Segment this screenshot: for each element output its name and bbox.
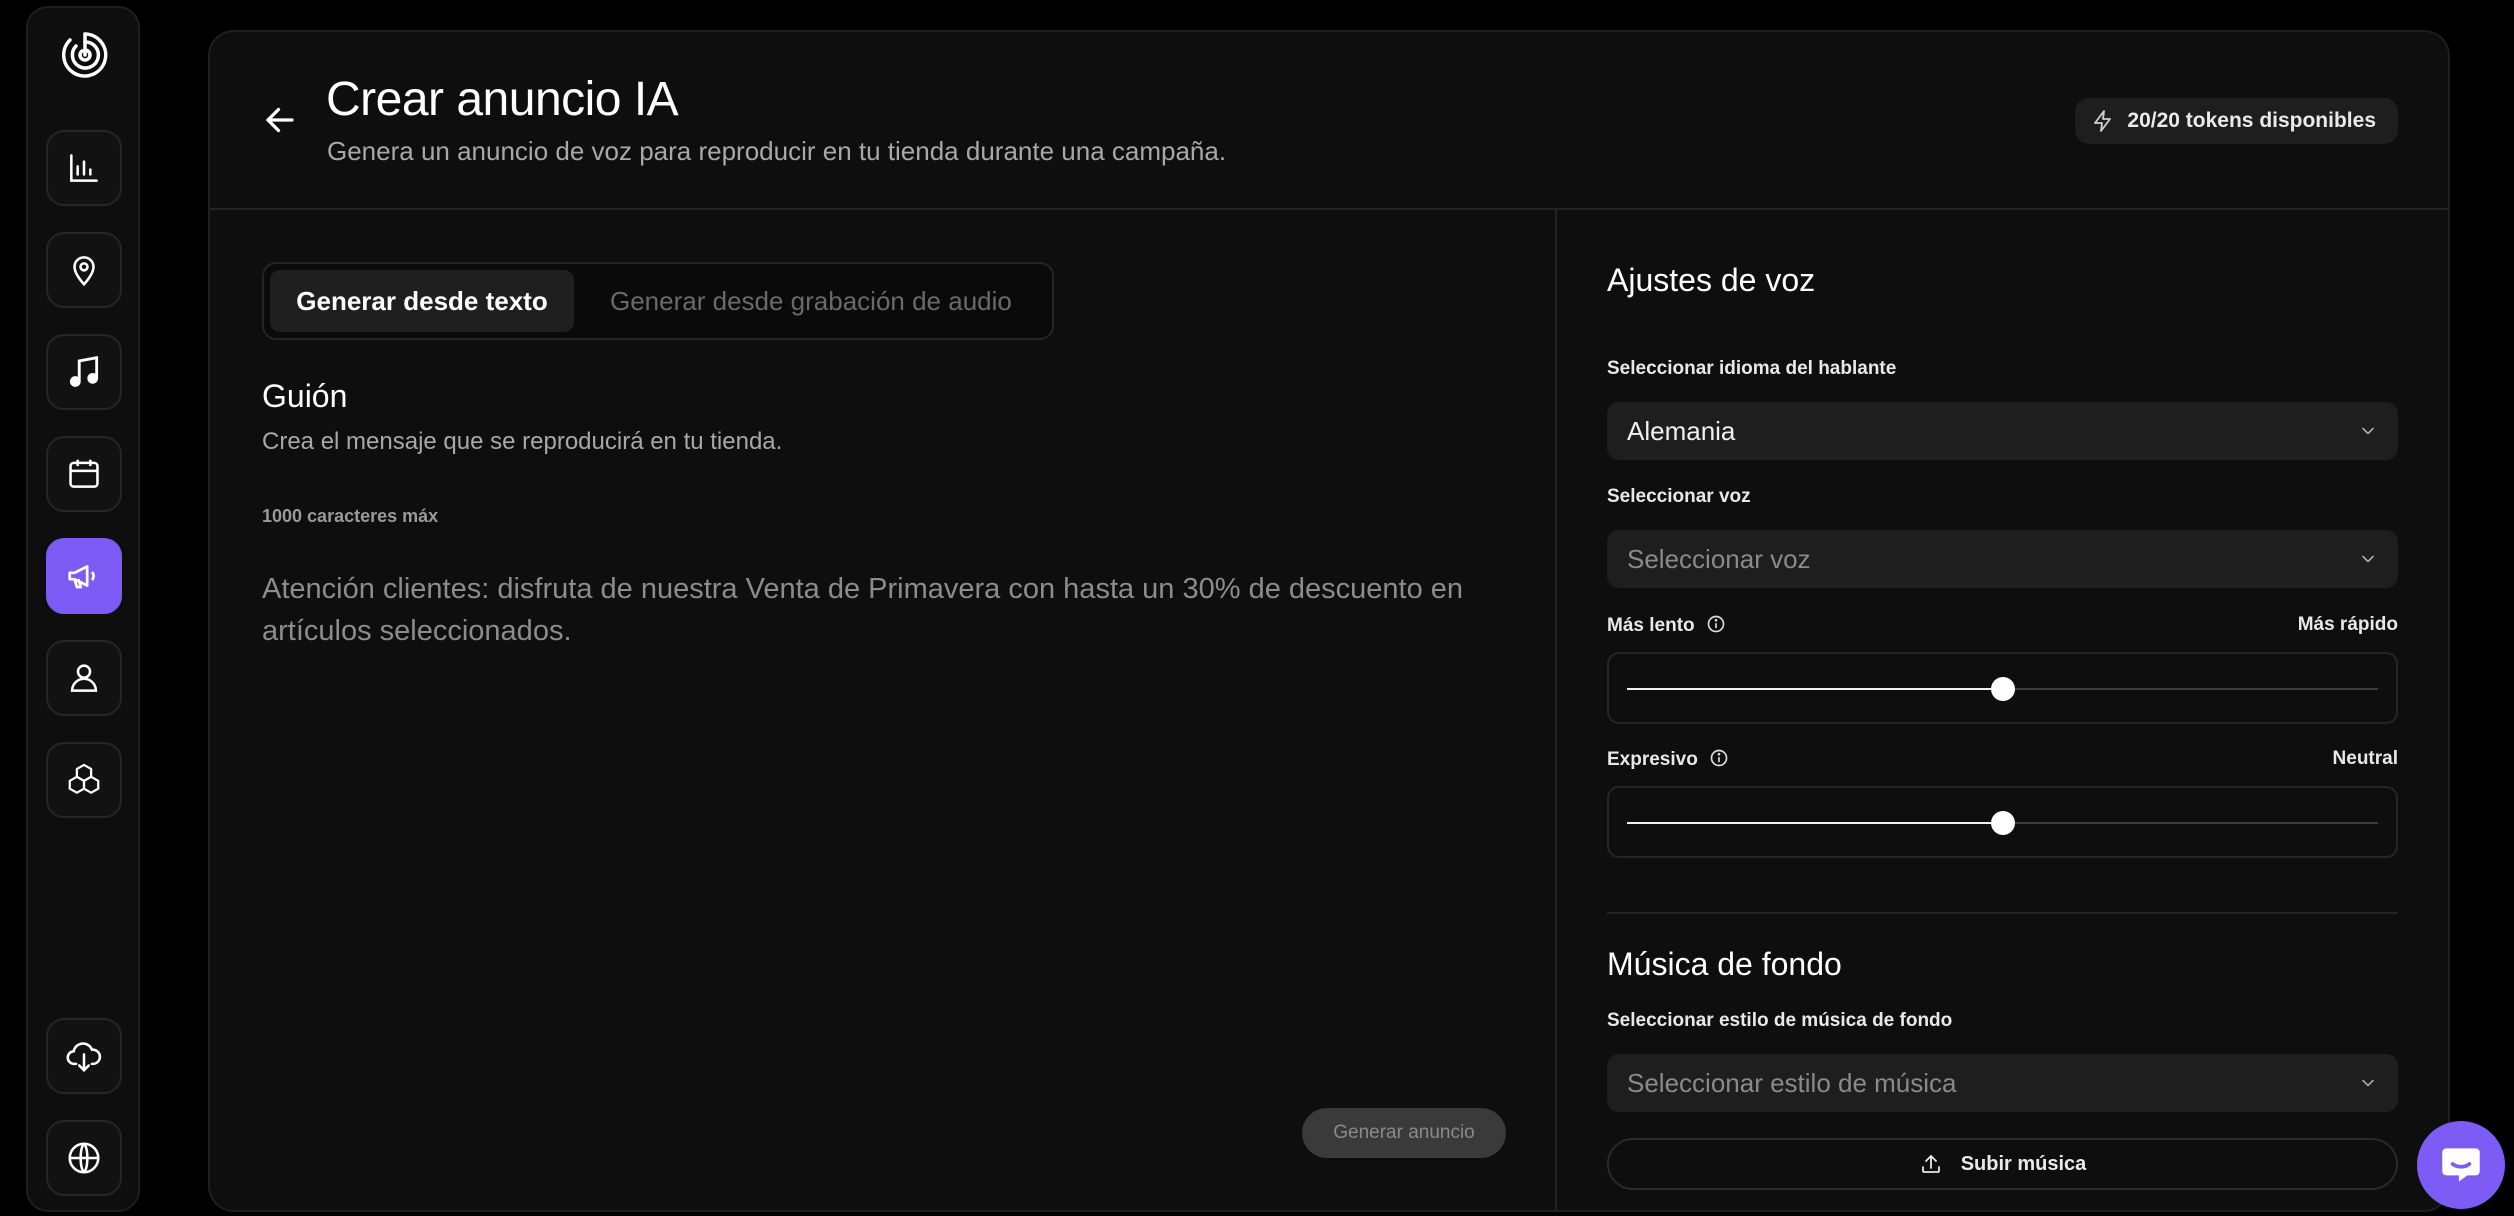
bar-chart-icon: [70, 154, 98, 182]
sidebar-item-users[interactable]: [46, 640, 122, 716]
upload-music-button[interactable]: Subir música: [1607, 1138, 2398, 1190]
style-slider-track[interactable]: [1627, 811, 2378, 835]
boxes-icon: [68, 763, 100, 794]
tab-generate-from-text[interactable]: Generar desde texto: [270, 270, 574, 332]
voice-placeholder: Seleccionar voz: [1627, 543, 1811, 574]
chevron-down-icon: [2362, 555, 2374, 563]
megaphone-icon: [68, 565, 95, 589]
music-style-select[interactable]: Seleccionar estilo de música: [1607, 1054, 2398, 1112]
music-note-icon: [69, 356, 99, 387]
script-subtitle: Crea el mensaje que se reproducirá en tu…: [262, 428, 783, 455]
style-slider-thumb[interactable]: [1990, 811, 2015, 835]
tokens-label: 20/20 tokens disponibles: [2127, 109, 2376, 132]
chat-bubble-icon: [2442, 1148, 2480, 1182]
calendar-icon: [69, 459, 99, 488]
speed-slider-thumb[interactable]: [1990, 677, 2015, 701]
page-header: Crear anuncio IA Genera un anuncio de vo…: [210, 32, 2448, 210]
tab-generate-from-audio[interactable]: Generar desde grabación de audio: [610, 270, 1012, 332]
music-style-label: Seleccionar estilo de música de fondo: [1607, 1010, 1953, 1031]
script-column: Generar desde texto Generar desde grabac…: [210, 210, 1555, 1210]
style-neutral-label: Neutral: [2332, 748, 2398, 769]
back-arrow-icon[interactable]: [262, 102, 298, 138]
voice-select[interactable]: Seleccionar voz: [1607, 530, 2398, 588]
generation-mode-tabs: Generar desde texto Generar desde grabac…: [262, 262, 1054, 340]
language-label: Seleccionar idioma del hablante: [1607, 358, 1897, 379]
script-title: Guión: [262, 378, 348, 414]
sidebar-item-language[interactable]: [46, 1120, 122, 1196]
sidebar-item-calendar[interactable]: [46, 436, 122, 512]
settings-column: Ajustes de voz Seleccionar idioma del ha…: [1555, 210, 2448, 1210]
music-style-placeholder: Seleccionar estilo de música: [1627, 1067, 1957, 1098]
chat-support-button[interactable]: [2417, 1121, 2505, 1209]
user-icon: [70, 664, 98, 692]
sidebar-item-analytics[interactable]: [46, 130, 122, 206]
speed-slider-track[interactable]: [1627, 677, 2378, 701]
info-icon[interactable]: [1706, 614, 1726, 634]
speed-slider: [1607, 652, 2398, 724]
script-textarea[interactable]: Atención clientes: disfruta de nuestra V…: [262, 568, 1482, 652]
generate-announcement-button[interactable]: Generar anuncio: [1302, 1108, 1506, 1158]
sidebar-item-locations[interactable]: [46, 232, 122, 308]
chevron-down-icon: [2362, 427, 2374, 435]
speed-fast-label: Más rápido: [2297, 614, 2398, 635]
sidebar-item-music[interactable]: [46, 334, 122, 410]
page-title: Crear anuncio IA: [326, 73, 679, 126]
section-divider: [1607, 912, 2398, 914]
tokens-badge: 20/20 tokens disponibles: [2075, 98, 2398, 144]
char-limit-label: 1000 caracteres máx: [262, 506, 439, 526]
page-subtitle: Genera un anuncio de voz para reproducir…: [327, 136, 1227, 166]
sidebar: [26, 6, 140, 1212]
upload-icon: [1921, 1155, 1940, 1173]
info-icon[interactable]: [1709, 748, 1729, 768]
sidebar-item-downloads[interactable]: [46, 1018, 122, 1094]
map-pin-icon: [73, 256, 95, 287]
style-slider: [1607, 786, 2398, 858]
app-logo-icon[interactable]: [58, 28, 112, 82]
style-expressive-label: Expresivo: [1607, 748, 1729, 771]
sidebar-item-integrations[interactable]: [46, 742, 122, 818]
cloud-download-icon: [66, 1042, 102, 1073]
upload-music-label: Subir música: [1960, 1152, 2087, 1175]
sidebar-item-announcements[interactable]: [46, 538, 122, 614]
voice-label: Seleccionar voz: [1607, 486, 1751, 507]
lightning-icon: [2094, 110, 2112, 132]
voice-settings-title: Ajustes de voz: [1607, 262, 1816, 298]
globe-icon: [68, 1142, 100, 1174]
background-music-title: Música de fondo: [1607, 946, 1842, 982]
speed-slow-label: Más lento: [1607, 614, 1726, 637]
language-value: Alemania: [1627, 415, 1736, 446]
language-select[interactable]: Alemania: [1607, 402, 2398, 460]
chevron-down-icon: [2362, 1079, 2374, 1087]
main-panel: Crear anuncio IA Genera un anuncio de vo…: [208, 30, 2450, 1212]
